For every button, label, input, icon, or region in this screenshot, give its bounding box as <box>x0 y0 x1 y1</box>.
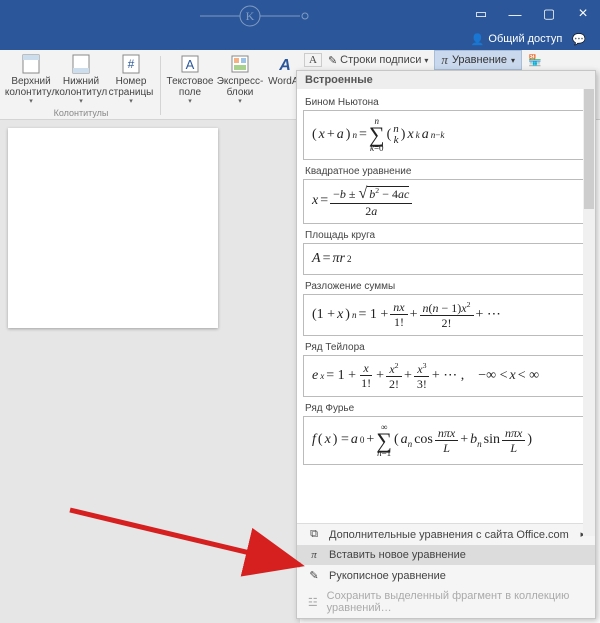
secondbar: 👤 Общий доступ 💬 <box>0 28 600 50</box>
minimize-button[interactable]: — <box>498 0 532 28</box>
svg-text:K: K <box>246 9 255 23</box>
eq-label: Квадратное уравнение <box>305 166 589 177</box>
eq-fourier[interactable]: f(x) = a0 + ∞∑n=1 (an cosnπxL + bn sinnπ… <box>303 416 591 466</box>
ink-equation-item[interactable]: ✎ Рукописное уравнение <box>297 565 595 586</box>
textbox-icon: A <box>180 54 200 74</box>
svg-text:#: # <box>128 57 135 71</box>
eq-taylor[interactable]: ex = 1 + x1! + x22! + x33! + ⋯ , −∞ < x … <box>303 355 591 397</box>
blocks-icon <box>230 54 250 74</box>
eq-label: Площадь круга <box>305 230 589 241</box>
eq-quadratic[interactable]: x = −b ± √b2 − 4ac2a <box>303 179 591 224</box>
equation-gallery[interactable]: Бином Ньютона (x + a)n = n∑k=0 (nk) xkan… <box>297 89 595 523</box>
header-top-button[interactable]: Верхний колонтитул▾ <box>6 52 56 108</box>
header-bottom-button[interactable]: Нижний колонтитул▾ <box>56 52 106 108</box>
doc-icon <box>71 54 91 74</box>
ribbon-group-text: A Текстовое поле▾ Экспресс-блоки▾ A Word… <box>163 52 307 119</box>
ribbon-group-headers: Верхний колонтитул▾ Нижний колонтитул▾ #… <box>4 52 158 119</box>
equation-dropdown: Встроенные Бином Ньютона (x + a)n = n∑k=… <box>296 70 596 619</box>
hash-icon: # <box>121 54 141 74</box>
quickparts-button[interactable]: Экспресс-блоки▾ <box>215 52 265 108</box>
dropdown-section-builtin: Встроенные <box>297 71 595 89</box>
doc-icon <box>21 54 41 74</box>
equation-button[interactable]: π Уравнение ▾ <box>434 50 522 70</box>
annotation-arrow <box>70 500 320 583</box>
eq-label: Разложение суммы <box>305 281 589 292</box>
eq-expansion[interactable]: (1 + x)n = 1 + nx1! + n(n − 1)x22! + ⋯ <box>303 294 591 336</box>
insert-equation-item[interactable]: π Вставить новое уравнение <box>297 545 595 565</box>
share-button[interactable]: 👤 Общий доступ <box>471 33 563 46</box>
ribbon-options-icon[interactable]: ▭ <box>464 0 498 28</box>
signature-icon: ✎ <box>328 54 337 67</box>
window-controls: ▭ — ▢ × <box>464 0 600 28</box>
scroll-thumb[interactable] <box>584 89 594 209</box>
decor-circuit: K <box>200 2 360 28</box>
eq-label: Ряд Тейлора <box>305 342 589 353</box>
scrollbar[interactable] <box>583 89 595 536</box>
dropdown-footer: ⧉ Дополнительные уравнения с сайта Offic… <box>297 523 595 618</box>
more-equations-item[interactable]: ⧉ Дополнительные уравнения с сайта Offic… <box>297 524 595 545</box>
comments-icon[interactable]: 💬 <box>572 33 586 46</box>
close-button[interactable]: × <box>566 0 600 28</box>
svg-text:A: A <box>278 57 291 74</box>
titlebar: K ▭ — ▢ × <box>0 0 600 28</box>
store-icon[interactable]: 🏪 <box>528 54 542 67</box>
eq-label: Бином Ньютона <box>305 97 589 108</box>
wordart-icon: A <box>275 54 295 74</box>
eq-binomial[interactable]: (x + a)n = n∑k=0 (nk) xkan−k <box>303 110 591 160</box>
signature-line-button[interactable]: ✎ Строки подписи ▾ <box>328 54 428 67</box>
maximize-button[interactable]: ▢ <box>532 0 566 28</box>
eq-label: Ряд Фурье <box>305 403 589 414</box>
pi-icon: π <box>441 52 448 68</box>
group-label: Колонтитулы <box>54 108 109 120</box>
share-icon: 👤 <box>471 33 485 46</box>
save-equation-item: ☳ Сохранить выделенный фрагмент в коллек… <box>297 586 595 618</box>
letter-a-icon[interactable]: A <box>304 53 322 67</box>
eq-circle-area[interactable]: A = πr2 <box>303 243 591 275</box>
ribbon-row-top: A ✎ Строки подписи ▾ π Уравнение ▾ 🏪 <box>300 50 594 70</box>
save-icon: ☳ <box>307 596 319 609</box>
textbox-button[interactable]: A Текстовое поле▾ <box>165 52 215 108</box>
page-number-button[interactable]: # Номер страницы▾ <box>106 52 156 108</box>
document-page[interactable] <box>8 128 218 328</box>
svg-text:A: A <box>186 57 195 72</box>
